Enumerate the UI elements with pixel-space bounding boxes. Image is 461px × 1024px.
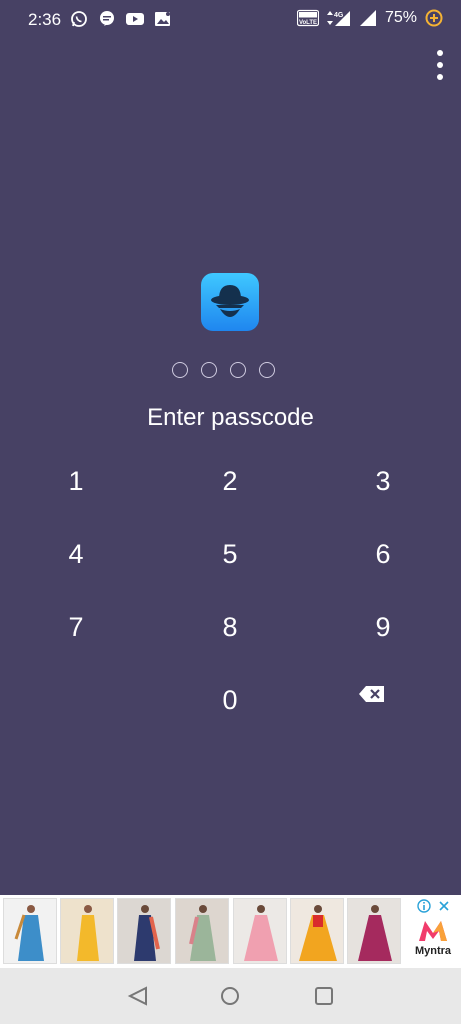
back-icon[interactable] [126,984,150,1008]
myntra-brand-label: Myntra [414,945,452,957]
myntra-m-icon [419,921,447,941]
notification-icons [70,10,172,28]
4g-label: 4G [334,12,344,19]
key-2[interactable]: 2 [190,456,270,506]
ad-product-thumbnail[interactable] [347,898,401,964]
backspace-icon[interactable] [359,685,385,703]
ad-product-thumbnail[interactable] [233,898,287,964]
volte-label: VoLTE [299,20,317,26]
battery-percent: 75% [384,9,417,26]
key-6[interactable]: 6 [343,529,423,579]
ad-product-thumbnail[interactable] [117,898,171,964]
passcode-dot [230,362,246,378]
recents-icon[interactable] [312,984,336,1008]
battery-saver-icon [425,9,443,27]
gallery-icon [155,12,170,26]
status-bar: 2:36 VoLTE 4G 75% [0,0,461,38]
whatsapp-icon [71,11,87,27]
more-options-icon[interactable] [432,48,448,82]
key-7[interactable]: 7 [36,602,116,652]
key-4[interactable]: 4 [36,529,116,579]
incognito-hat-icon [201,273,259,331]
myntra-logo[interactable]: Myntra [411,899,455,965]
status-time: 2:36 [28,10,62,29]
ad-product-thumbnail[interactable] [175,898,229,964]
passcode-dot [259,362,275,378]
close-icon[interactable] [437,899,451,913]
key-9[interactable]: 9 [343,602,423,652]
key-3[interactable]: 3 [343,456,423,506]
ad-product-thumbnail[interactable] [60,898,114,964]
volte-icon: VoLTE [296,9,319,27]
enter-passcode-label: Enter passcode [147,404,314,431]
passcode-indicator [172,362,275,378]
data-arrows-icon: 4G [326,11,350,26]
home-icon[interactable] [218,984,242,1008]
key-8[interactable]: 8 [190,602,270,652]
signal-icon [359,10,376,26]
system-icons: VoLTE 4G 75% [296,9,443,27]
ad-product-thumbnail[interactable] [290,898,344,964]
key-0[interactable]: 0 [190,675,270,725]
info-icon[interactable] [417,899,431,913]
key-5[interactable]: 5 [190,529,270,579]
passcode-dot [201,362,217,378]
message-icon [100,11,114,26]
ad-banner[interactable]: Myntra [0,895,461,968]
youtube-icon [126,13,144,25]
passcode-dot [172,362,188,378]
key-1[interactable]: 1 [36,456,116,506]
navigation-bar [0,968,461,1024]
ad-product-thumbnail[interactable] [3,898,57,964]
